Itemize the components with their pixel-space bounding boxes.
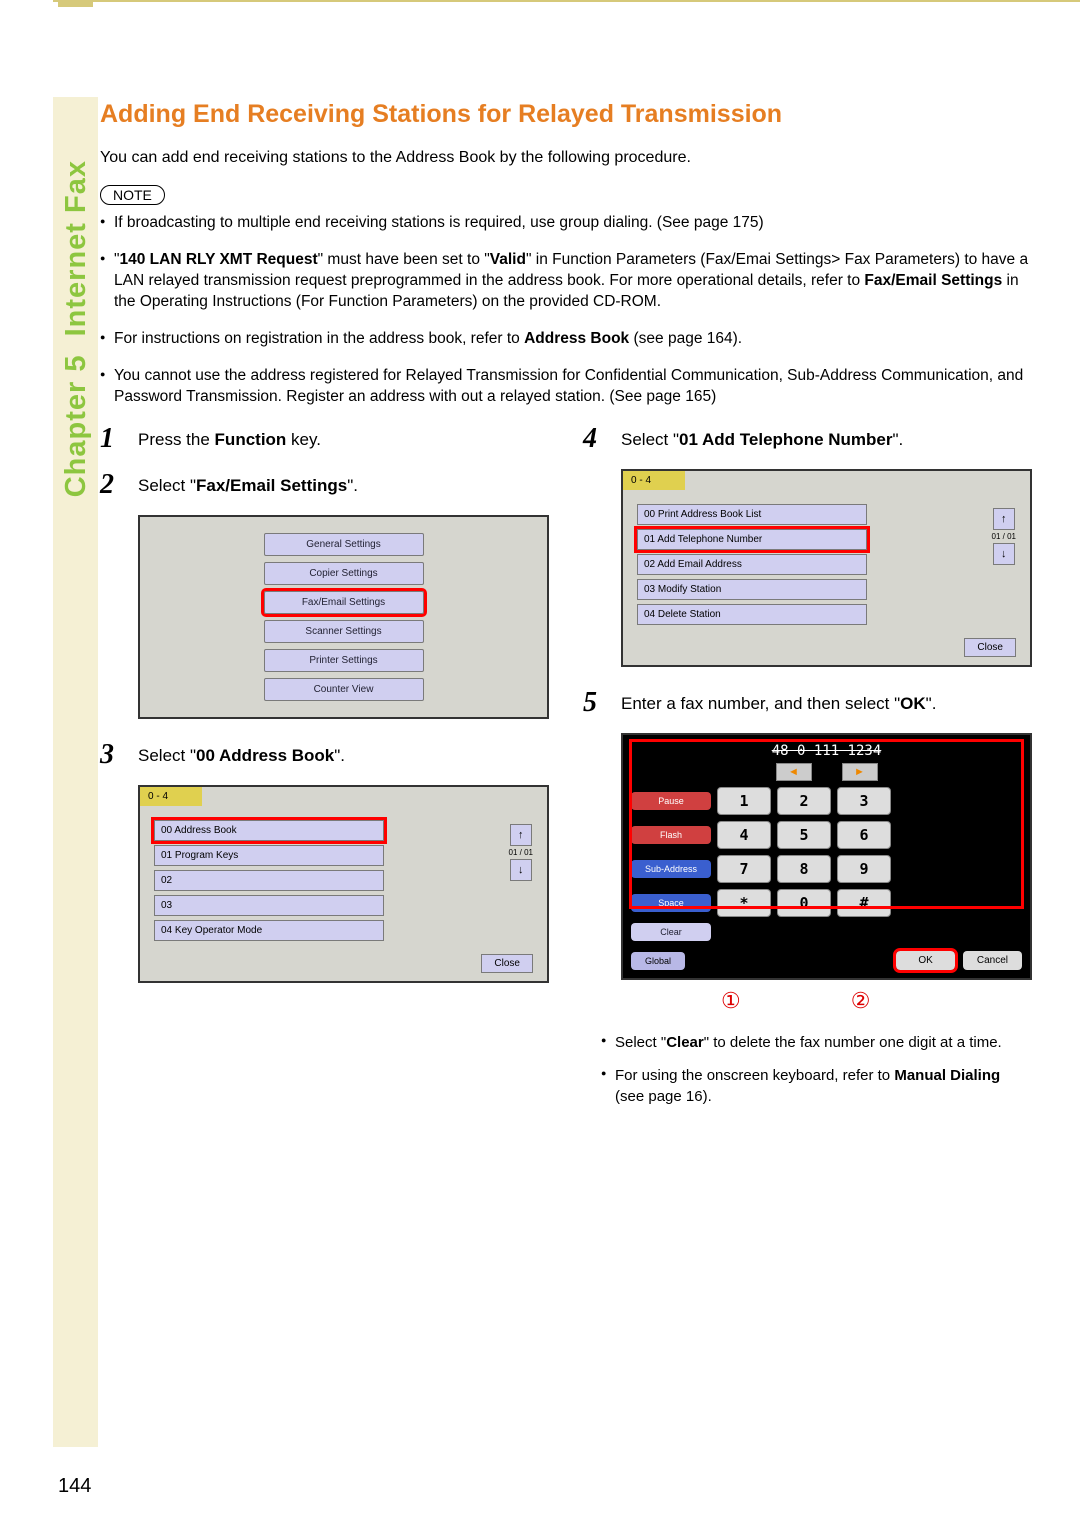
- scroll-arrows: ↑ 01 / 01 ↓: [992, 508, 1016, 565]
- list-item[interactable]: 04 Key Operator Mode: [154, 920, 384, 941]
- page-content: Adding End Receiving Stations for Relaye…: [100, 100, 1032, 1119]
- note-item: If broadcasting to multiple end receivin…: [100, 213, 1032, 234]
- scroll-down-icon[interactable]: ↓: [510, 859, 532, 881]
- keypad-bottom-row: Global OK Cancel: [631, 951, 1022, 970]
- clear-button[interactable]: Clear: [631, 923, 711, 941]
- step-5: 5 Enter a fax number, and then select "O…: [583, 687, 1032, 719]
- scroll-up-icon[interactable]: ↑: [510, 824, 532, 846]
- callout-1: ①: [721, 988, 741, 1014]
- highlight-frame: [629, 739, 1024, 909]
- left-column: 1 Press the Function key. 2 Select "Fax/…: [100, 423, 549, 1119]
- scroll-up-icon[interactable]: ↑: [993, 508, 1015, 530]
- list-item-highlighted[interactable]: 00 Address Book: [154, 820, 384, 841]
- note-item: For instructions on registration in the …: [100, 329, 1032, 350]
- step-number: 1: [100, 423, 122, 455]
- step-4: 4 Select "01 Add Telephone Number".: [583, 423, 1032, 455]
- keypad-screenshot: 48 0 111 1234 ◄ ► Pause 1 2 3 Flash 4 5 …: [621, 733, 1032, 980]
- step-text: Select "00 Address Book".: [138, 739, 345, 771]
- right-column: 4 Select "01 Add Telephone Number". 0 - …: [583, 423, 1032, 1119]
- step-3: 3 Select "00 Address Book".: [100, 739, 549, 771]
- add-telephone-screenshot: 0 - 4 00 Print Address Book List 01 Add …: [621, 469, 1032, 667]
- step-text: Press the Function key.: [138, 423, 321, 455]
- close-button[interactable]: Close: [481, 954, 533, 973]
- panel-header: 0 - 4: [623, 471, 685, 490]
- list-item[interactable]: 03: [154, 895, 384, 916]
- note-item: You cannot use the address registered fo…: [100, 366, 1032, 408]
- callout-numbers: ① ②: [621, 988, 1032, 1014]
- list-item-highlighted[interactable]: 01 Add Telephone Number: [637, 529, 867, 550]
- menu-item-highlighted[interactable]: Fax/Email Settings: [264, 591, 424, 614]
- page-title: Adding End Receiving Stations for Relaye…: [100, 100, 1032, 129]
- page-indicator: 01 / 01: [509, 848, 533, 857]
- menu-item[interactable]: Scanner Settings: [264, 620, 424, 643]
- list-item[interactable]: 00 Print Address Book List: [637, 504, 867, 525]
- section-label: Internet Fax: [60, 160, 92, 336]
- note-item: "140 LAN RLY XMT Request" must have been…: [100, 250, 1032, 313]
- step-text: Select "01 Add Telephone Number".: [621, 423, 903, 455]
- step-number: 5: [583, 687, 605, 719]
- list-item[interactable]: 02 Add Email Address: [637, 554, 867, 575]
- address-book-screenshot: 0 - 4 00 Address Book 01 Program Keys 02…: [138, 785, 549, 983]
- panel-header: 0 - 4: [140, 787, 202, 806]
- ok-button[interactable]: OK: [896, 951, 954, 970]
- callout-2: ②: [851, 988, 871, 1014]
- chapter-label: Chapter 5: [60, 355, 92, 498]
- number-display: 48 0 111 1234: [631, 743, 1022, 759]
- intro-text: You can add end receiving stations to th…: [100, 149, 1032, 167]
- list-item[interactable]: 04 Delete Station: [637, 604, 867, 625]
- menu-item[interactable]: Copier Settings: [264, 562, 424, 585]
- page-number: 144: [58, 1475, 91, 1498]
- cancel-button[interactable]: Cancel: [963, 951, 1022, 970]
- note-label: NOTE: [100, 185, 165, 205]
- menu-item[interactable]: General Settings: [264, 533, 424, 556]
- scroll-down-icon[interactable]: ↓: [993, 543, 1015, 565]
- scroll-arrows: ↑ 01 / 01 ↓: [509, 824, 533, 881]
- steps-columns: 1 Press the Function key. 2 Select "Fax/…: [100, 423, 1032, 1119]
- sub-bullet: Select "Clear" to delete the fax number …: [601, 1032, 1032, 1053]
- chapter-tab: Chapter 5 Internet Fax: [60, 160, 92, 497]
- step-1: 1 Press the Function key.: [100, 423, 549, 455]
- sub-bullet: For using the onscreen keyboard, refer t…: [601, 1065, 1032, 1107]
- step-text: Select "Fax/Email Settings".: [138, 469, 358, 501]
- note-list: If broadcasting to multiple end receivin…: [100, 213, 1032, 407]
- list-item[interactable]: 01 Program Keys: [154, 845, 384, 866]
- step-number: 2: [100, 469, 122, 501]
- step-text: Enter a fax number, and then select "OK"…: [621, 687, 936, 719]
- step-2: 2 Select "Fax/Email Settings".: [100, 469, 549, 501]
- menu-item[interactable]: Counter View: [264, 678, 424, 701]
- sub-bullet-list: Select "Clear" to delete the fax number …: [601, 1032, 1032, 1107]
- global-button[interactable]: Global: [631, 952, 685, 970]
- list-item[interactable]: 03 Modify Station: [637, 579, 867, 600]
- menu-item[interactable]: Printer Settings: [264, 649, 424, 672]
- step-number: 4: [583, 423, 605, 455]
- settings-menu-screenshot: General Settings Copier Settings Fax/Ema…: [138, 515, 549, 719]
- close-button[interactable]: Close: [964, 638, 1016, 657]
- step-number: 3: [100, 739, 122, 771]
- page-indicator: 01 / 01: [992, 532, 1016, 541]
- list-item[interactable]: 02: [154, 870, 384, 891]
